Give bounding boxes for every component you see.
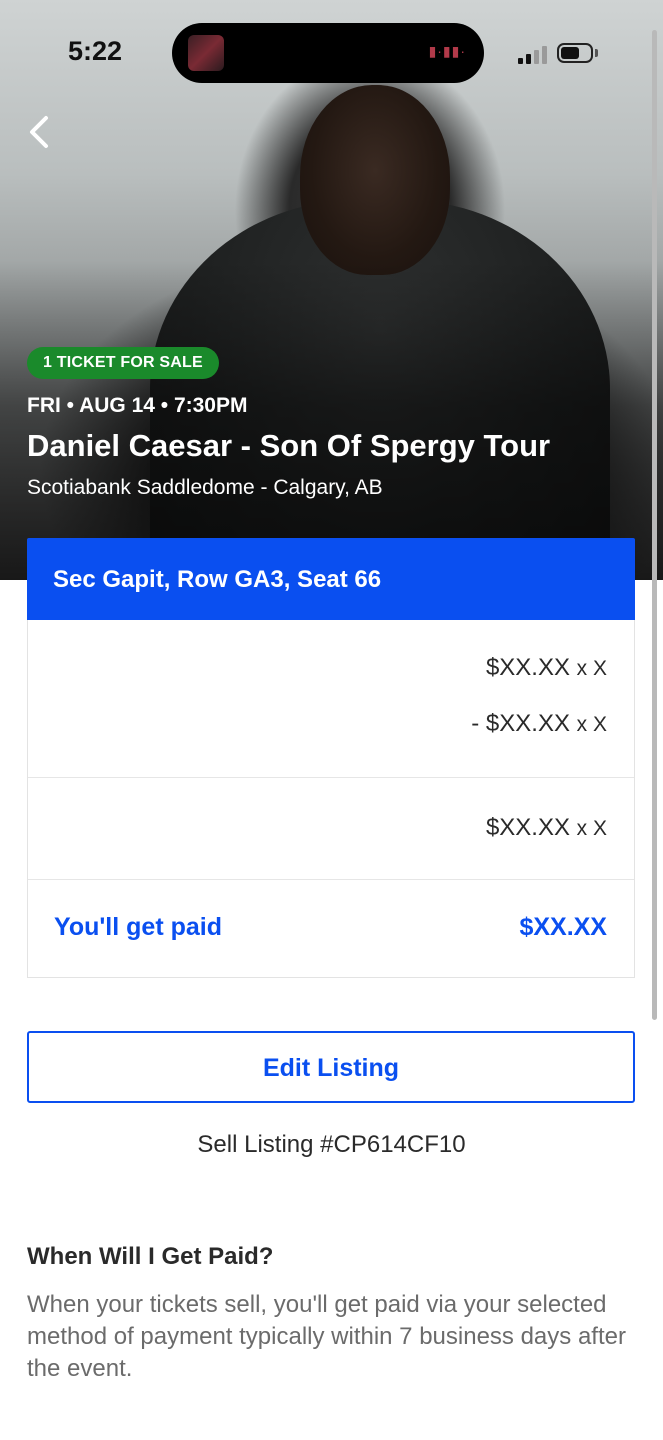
payout-value: $XX.XX [519,913,607,941]
status-time: 5:22 [68,36,123,66]
list-price-multiplier: x X [576,657,607,680]
fee-line: - $XX.XX x X [471,710,607,738]
scrollbar[interactable] [652,30,657,1020]
back-button[interactable] [20,112,60,152]
event-venue: Scotiabank Saddledome - Calgary, AB [27,476,383,499]
list-price-amount: $XX.XX [485,654,570,681]
listing-id: Sell Listing #CP614CF10 [197,1131,466,1158]
faq-title: When Will I Get Paid? [27,1243,274,1270]
subtotal-amount: $XX.XX [485,814,570,841]
subtotal-line: $XX.XX x X [486,814,607,842]
status-bar: 5:22 ▮·▮▮· [0,0,663,100]
subtotal-multiplier: x X [576,817,607,840]
chevron-left-icon [30,116,48,148]
audio-waveform-icon: ▮·▮▮· [428,43,466,59]
battery-tip [595,49,598,57]
fee-multiplier: x X [576,713,607,736]
dynamic-island: ▮·▮▮· [172,23,484,83]
edit-listing-button[interactable]: Edit Listing [27,1031,635,1103]
now-playing-artwork [188,35,224,71]
event-hero-image: 5:22 ▮·▮▮· 1 TICKET FOR SALE FRI • AUG 1… [0,0,663,580]
fee-amount: - $XX.XX [471,710,570,737]
event-title: Daniel Caesar - Son Of Spergy Tour [27,428,551,463]
list-price-line: $XX.XX x X [486,654,607,682]
event-date: FRI • AUG 14 • 7:30PM [27,394,248,417]
payout-label: You'll get paid [54,913,222,941]
cellular-signal-icon [518,44,548,64]
tickets-for-sale-badge: 1 TICKET FOR SALE [27,347,219,379]
divider [28,879,634,880]
divider [28,777,634,778]
seat-info-header: Sec Gapit, Row GA3, Seat 66 [27,538,635,620]
faq-body: When your tickets sell, you'll get paid … [27,1291,626,1382]
battery-icon [557,43,593,63]
payout-breakdown: $XX.XX x X - $XX.XX x X $XX.XX x X You'l… [27,620,635,978]
